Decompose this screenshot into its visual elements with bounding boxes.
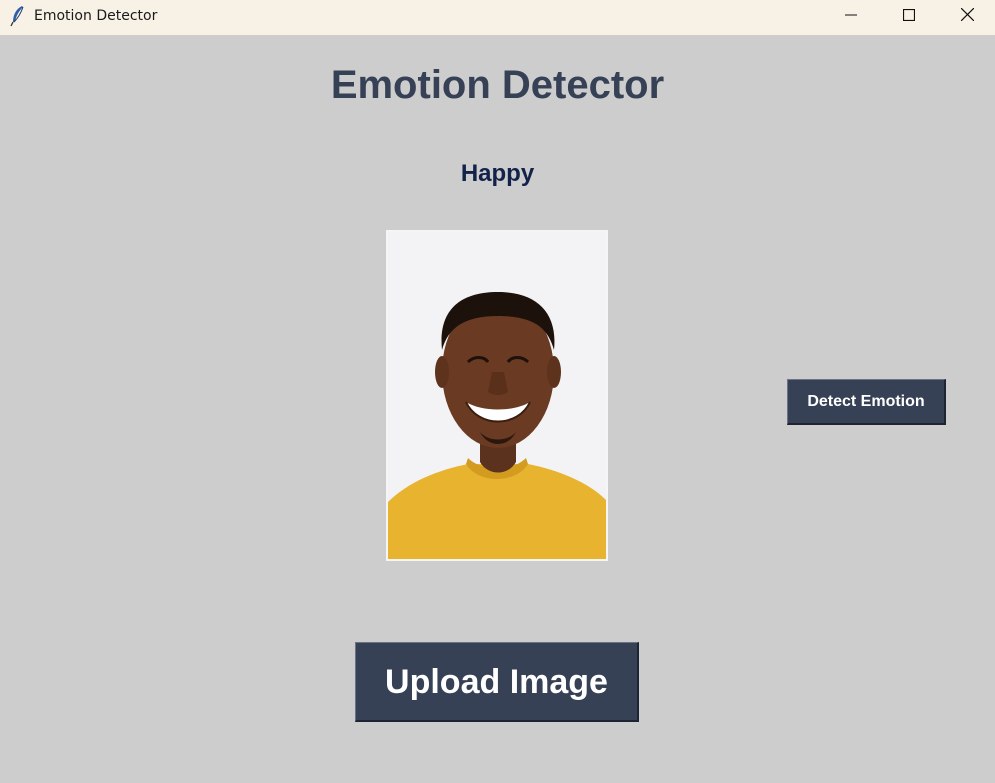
window-title: Emotion Detector bbox=[34, 8, 158, 24]
emotion-result-label: Happy bbox=[460, 160, 535, 187]
face-photo-illustration bbox=[388, 232, 606, 559]
close-button[interactable] bbox=[938, 0, 995, 33]
feather-icon bbox=[9, 5, 27, 27]
minimize-icon bbox=[845, 8, 857, 26]
maximize-button[interactable] bbox=[880, 0, 938, 33]
app-window: Emotion Detector Emotion Detector Happy bbox=[0, 0, 995, 783]
maximize-icon bbox=[902, 8, 916, 26]
close-icon bbox=[960, 7, 974, 26]
detect-emotion-button[interactable]: Detect Emotion bbox=[787, 379, 946, 425]
uploaded-image bbox=[386, 230, 608, 561]
upload-image-button[interactable]: Upload Image bbox=[355, 642, 639, 722]
title-bar[interactable]: Emotion Detector bbox=[0, 0, 995, 35]
minimize-button[interactable] bbox=[822, 0, 880, 33]
app-heading: Emotion Detector bbox=[330, 63, 665, 107]
